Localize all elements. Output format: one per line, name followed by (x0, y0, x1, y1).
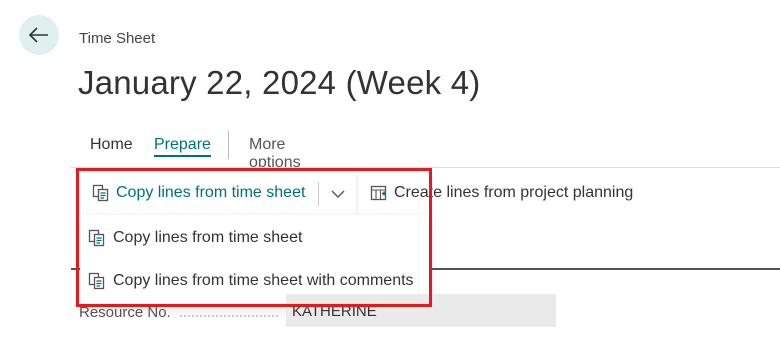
create-lines-icon (370, 184, 388, 202)
resource-no-label: Resource No. (79, 304, 171, 321)
tab-prepare[interactable]: Prepare (154, 136, 211, 157)
create-lines-button[interactable]: Create lines from project planning (370, 184, 633, 202)
copy-lines-button-label: Copy lines from time sheet (116, 184, 306, 201)
create-lines-label: Create lines from project planning (394, 184, 634, 201)
toolbar-divider (71, 167, 780, 168)
copy-lines-dropdown-menu: Copy lines from time sheet Copy lines fr… (80, 215, 430, 305)
copy-lines-icon (92, 184, 110, 202)
copy-lines-icon (88, 272, 106, 290)
menu-item-label: Copy lines from time sheet (113, 229, 303, 246)
tab-separator (228, 131, 229, 159)
resource-no-field[interactable]: KATHERINE (286, 294, 556, 327)
arrow-left-icon (29, 27, 49, 43)
menu-item-label: Copy lines from time sheet with comments (113, 272, 414, 289)
page-title: January 22, 2024 (Week 4) (78, 64, 481, 101)
copy-lines-icon (88, 229, 106, 247)
tab-home[interactable]: Home (90, 136, 133, 154)
menu-item-copy-lines[interactable]: Copy lines from time sheet (88, 229, 302, 247)
copy-lines-dropdown-toggle[interactable] (324, 181, 352, 207)
back-button[interactable] (19, 15, 59, 55)
page-caption: Time Sheet (79, 30, 156, 47)
copy-lines-button[interactable]: Copy lines from time sheet (92, 184, 305, 202)
chevron-down-icon (331, 190, 345, 199)
split-separator (318, 182, 319, 206)
menu-item-copy-lines-with-comments[interactable]: Copy lines from time sheet with comments (88, 272, 414, 290)
copy-lines-split-button: Copy lines from time sheet (80, 173, 356, 215)
field-leader-dots (180, 315, 278, 317)
